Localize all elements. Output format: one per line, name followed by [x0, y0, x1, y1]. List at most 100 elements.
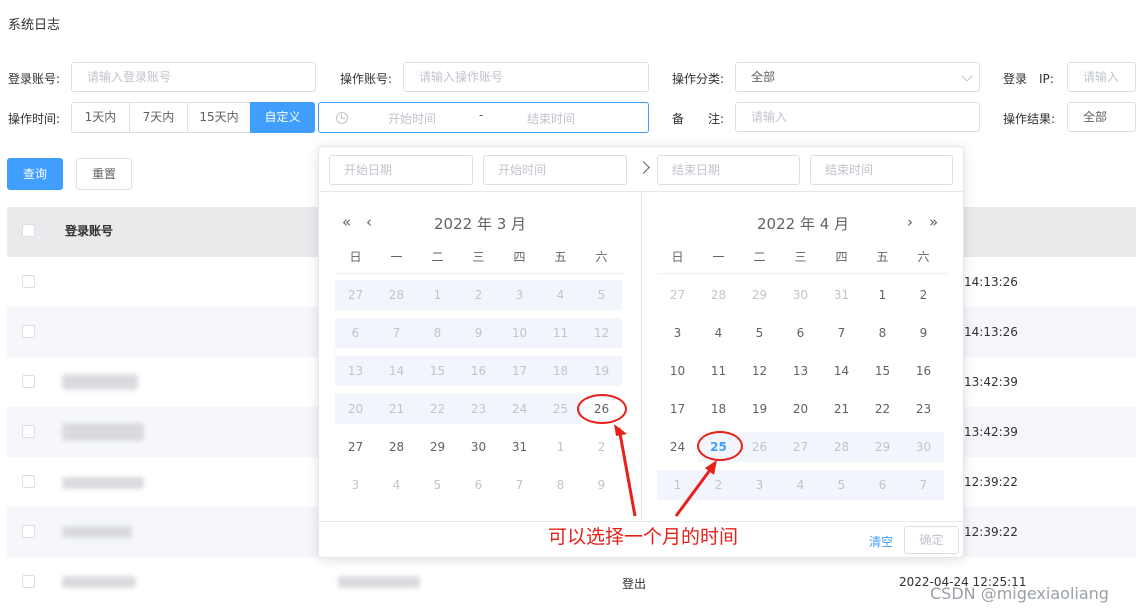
row-checkbox[interactable] [22, 375, 35, 388]
calendar-day: 1 [433, 288, 442, 302]
row-checkbox[interactable] [22, 275, 35, 288]
calendar-day[interactable]: 30 [458, 432, 499, 462]
calendar-day: 6 [474, 478, 483, 492]
login-ip-input[interactable]: 请输入 [1067, 62, 1136, 92]
calendar-day[interactable]: 6 [780, 318, 821, 348]
column-login-account: 登录账号 [65, 224, 114, 238]
remark-input[interactable]: 请输入 [735, 102, 980, 132]
calendar-day: 3 [755, 478, 764, 492]
row-checkbox[interactable] [22, 575, 35, 588]
annotation-text: 可以选择一个月的时间 [548, 526, 739, 548]
calendar-day: 27 [792, 440, 809, 454]
row-checkbox[interactable] [22, 475, 35, 488]
row-time: 12:39:22 [964, 475, 1018, 489]
weekday-header: 五 [554, 250, 567, 264]
calendar-day[interactable]: 8 [862, 318, 903, 348]
calendar-day[interactable]: 18 [698, 394, 739, 424]
calendar-day[interactable]: 23 [903, 394, 944, 424]
calendar-day[interactable]: 17 [657, 394, 698, 424]
watermark: CSDN @migexiaoliang [930, 584, 1109, 603]
calendar-day[interactable]: 2 [903, 280, 944, 310]
calendar-day: 17 [511, 364, 528, 378]
segment-7-days[interactable]: 7天内 [129, 102, 188, 133]
blurred-account [62, 374, 138, 390]
calendar-day[interactable]: 28 [376, 432, 417, 462]
blurred-account [62, 526, 132, 538]
calendar-day[interactable]: 19 [739, 394, 780, 424]
op-account-input[interactable]: 请输入操作账号 [403, 62, 649, 92]
calendar-day[interactable]: 16 [903, 356, 944, 386]
calendar-day[interactable]: 14 [821, 356, 862, 386]
calendar-day[interactable]: 13 [780, 356, 821, 386]
calendar-day[interactable]: 10 [657, 356, 698, 386]
calendar-day: 2 [714, 478, 723, 492]
segment-custom[interactable]: 自定义 [250, 102, 315, 133]
weekday-header: 四 [835, 250, 848, 264]
range-end-placeholder: 结束时间 [527, 112, 576, 126]
calendar-day[interactable]: 20 [780, 394, 821, 424]
weekday-header: 一 [390, 250, 403, 264]
weekday-header: 六 [917, 250, 930, 264]
picker-end-time-input[interactable]: 结束时间 [810, 155, 953, 185]
prev-month-icon[interactable]: ‹ [366, 213, 372, 231]
picker-start-date-input[interactable]: 开始日期 [329, 155, 473, 185]
calendar-day[interactable]: 1 [862, 280, 903, 310]
confirm-button[interactable]: 确定 [904, 526, 959, 554]
calendar-day[interactable]: 4 [698, 318, 739, 348]
select-all-checkbox[interactable] [22, 224, 35, 237]
calendar-day[interactable]: 15 [862, 356, 903, 386]
calendar-day[interactable]: 7 [821, 318, 862, 348]
op-time-label: 操作时间: [8, 112, 61, 126]
weekday-header: 日 [349, 250, 362, 264]
calendar-day[interactable]: 12 [739, 356, 780, 386]
calendar-day[interactable]: 29 [417, 432, 458, 462]
segment-1-day[interactable]: 1天内 [71, 102, 130, 133]
divider [641, 191, 642, 521]
prev-year-icon[interactable]: « [342, 213, 351, 231]
calendar-day: 22 [429, 402, 446, 416]
calendar-day[interactable]: 11 [698, 356, 739, 386]
calendar-day[interactable]: 21 [821, 394, 862, 424]
login-account-input[interactable]: 请输入登录账号 [71, 62, 316, 92]
reset-button[interactable]: 重置 [76, 158, 132, 190]
blurred-op-account [338, 576, 420, 588]
calendar-day: 29 [874, 440, 891, 454]
calendar-day[interactable]: 27 [335, 432, 376, 462]
query-button[interactable]: 查询 [7, 158, 63, 190]
calendar-day: 9 [597, 478, 606, 492]
calendar-day: 1 [673, 478, 682, 492]
calendar-day[interactable]: 31 [499, 432, 540, 462]
op-category-select[interactable]: 全部 [735, 62, 980, 92]
calendar-day[interactable]: 9 [903, 318, 944, 348]
calendar-day: 5 [433, 478, 442, 492]
calendar-day[interactable]: 5 [739, 318, 780, 348]
datetime-range-input[interactable]: 开始时间 - 结束时间 [318, 102, 649, 133]
row-time: 13:42:39 [964, 375, 1018, 389]
clear-button[interactable]: 清空 [869, 533, 893, 550]
next-year-icon[interactable]: » [929, 213, 938, 231]
row-time: 14:13:26 [964, 325, 1018, 339]
segment-15-days[interactable]: 15天内 [187, 102, 251, 133]
calendar-day: 21 [388, 402, 405, 416]
row-checkbox[interactable] [22, 425, 35, 438]
range-separator: - [479, 108, 484, 122]
next-month-icon[interactable]: › [907, 213, 913, 231]
calendar-day: 15 [429, 364, 446, 378]
calendar-day[interactable]: 24 [657, 432, 698, 462]
calendar-day: 14 [388, 364, 405, 378]
calendar-day: 19 [593, 364, 610, 378]
calendar-day: 4 [796, 478, 805, 492]
divider [335, 273, 625, 274]
op-result-select[interactable]: 全部 [1067, 102, 1136, 132]
picker-end-date-input[interactable]: 结束日期 [657, 155, 800, 185]
calendar-day[interactable]: 22 [862, 394, 903, 424]
calendar-day[interactable]: 3 [657, 318, 698, 348]
calendar-day: 25 [552, 402, 569, 416]
calendar-day: 5 [597, 288, 606, 302]
weekday-header: 日 [671, 250, 684, 264]
calendar-day: 2 [474, 288, 483, 302]
chevron-down-icon [961, 70, 973, 82]
row-checkbox[interactable] [22, 325, 35, 338]
row-checkbox[interactable] [22, 525, 35, 538]
picker-start-time-input[interactable]: 开始时间 [483, 155, 627, 185]
